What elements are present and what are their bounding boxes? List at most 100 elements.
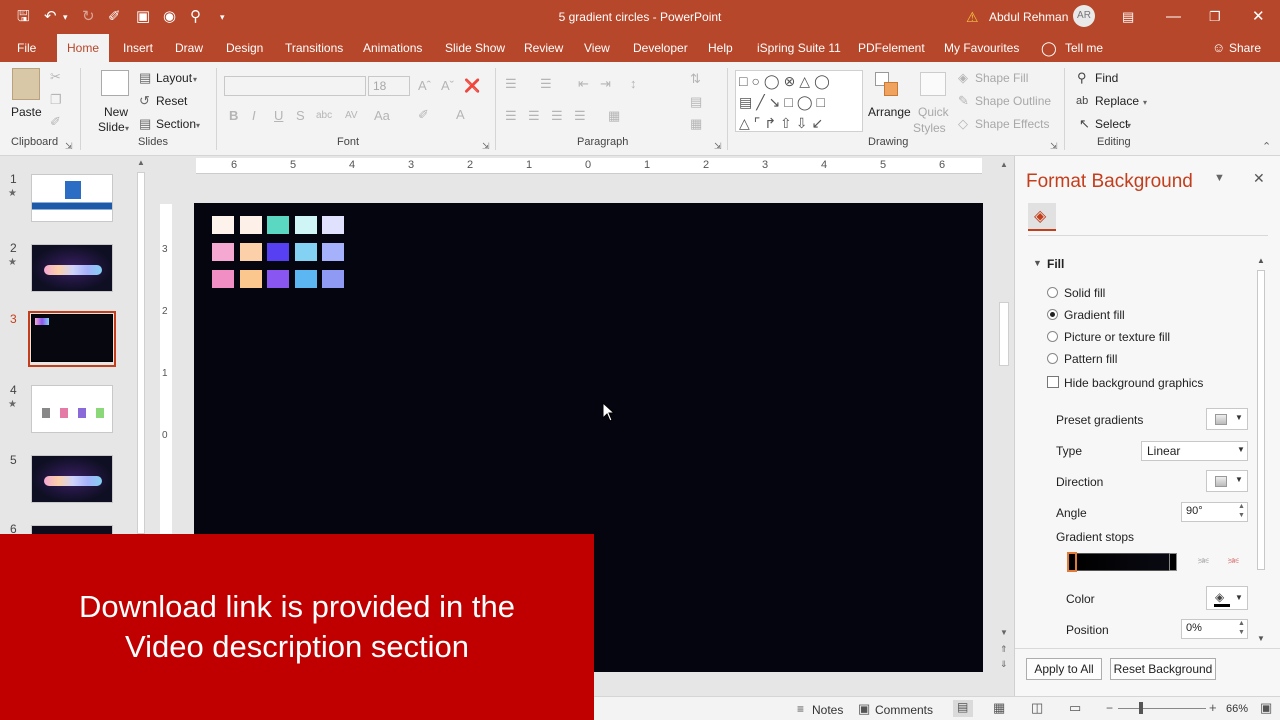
fill-section-header[interactable]: Fill (1047, 257, 1064, 271)
new-slide-icon[interactable] (101, 70, 129, 96)
hide-bg-label[interactable]: Hide background graphics (1064, 376, 1203, 390)
arrange-icon[interactable] (875, 72, 901, 98)
color-swatch[interactable] (322, 216, 344, 234)
scroll-down-icon[interactable]: ▼ (1000, 628, 1008, 637)
spin-down-icon[interactable]: ▼ (1238, 629, 1245, 636)
spin-up-icon[interactable]: ▲ (1238, 503, 1245, 510)
scroll-thumb[interactable] (137, 172, 145, 534)
fit-slide-icon[interactable]: ▣ (1260, 700, 1272, 716)
position-spinner[interactable]: 0% ▲ ▼ (1181, 619, 1248, 639)
slide-thumbnail-3[interactable] (31, 314, 113, 362)
slide-thumbnail-4[interactable] (31, 385, 113, 433)
gradient-stops-bar[interactable] (1067, 552, 1177, 572)
scroll-thumb[interactable] (999, 302, 1009, 366)
comments-button[interactable]: Comments (875, 703, 933, 717)
font-name-combo[interactable] (224, 76, 366, 96)
color-swatch[interactable] (239, 243, 262, 261)
tab-view[interactable]: View (584, 34, 610, 62)
pattern-fill-radio[interactable] (1047, 353, 1058, 364)
collapse-chevron-icon[interactable]: ▼ (1033, 258, 1042, 268)
direction-dropdown[interactable]: ▼ (1206, 470, 1248, 492)
color-picker-dropdown[interactable]: ◈ ▼ (1206, 586, 1248, 610)
scroll-down-icon[interactable]: ▼ (1257, 634, 1265, 643)
scroll-up-icon[interactable]: ▲ (1000, 160, 1008, 169)
color-swatch[interactable] (212, 243, 234, 261)
thumbnail-scrollbar[interactable]: ▲ (134, 156, 148, 536)
next-slide-icon[interactable]: ⇓ (1000, 659, 1008, 670)
slideshow-icon[interactable]: ▭ (1069, 700, 1081, 716)
find-button[interactable]: Find (1095, 71, 1118, 85)
chevron-down-icon[interactable]: ▾ (125, 122, 129, 136)
apply-to-all-button[interactable]: Apply to All (1026, 658, 1102, 680)
slide-thumbnail-1[interactable] (31, 174, 113, 222)
pattern-fill-label[interactable]: Pattern fill (1064, 352, 1117, 366)
tab-review[interactable]: Review (524, 34, 563, 62)
type-dropdown[interactable]: Linear ▼ (1141, 441, 1248, 461)
replace-button[interactable]: Replace (1095, 94, 1139, 108)
color-swatch[interactable] (212, 216, 234, 234)
picture-fill-radio[interactable] (1047, 331, 1058, 342)
tab-pdfelement[interactable]: PDFelement (858, 34, 925, 62)
solid-fill-label[interactable]: Solid fill (1064, 286, 1105, 300)
tab-help[interactable]: Help (708, 34, 733, 62)
scroll-up-icon[interactable]: ▲ (137, 158, 145, 167)
normal-view-button[interactable]: ▤ (953, 700, 973, 717)
paragraph-launcher-icon[interactable]: ⇲ (714, 139, 722, 153)
tab-animations[interactable]: Animations (363, 34, 422, 62)
reset-button[interactable]: Reset (156, 94, 187, 108)
tab-draw[interactable]: Draw (175, 34, 203, 62)
ribbon-display-icon[interactable]: ▤ (1122, 8, 1134, 26)
slide-sorter-icon[interactable]: ▦ (993, 700, 1005, 716)
tab-insert[interactable]: Insert (123, 34, 153, 62)
tab-home[interactable]: Home (57, 34, 110, 62)
angle-spinner[interactable]: 90° ▲ ▼ (1181, 502, 1248, 522)
scroll-thumb[interactable] (1257, 270, 1265, 570)
add-stop-icon[interactable]: ⎃ (1198, 555, 1209, 571)
chevron-down-icon[interactable]: ▾ (193, 73, 197, 87)
notes-button[interactable]: Notes (812, 703, 843, 717)
zoom-slider-thumb[interactable] (1139, 702, 1143, 714)
zoom-level[interactable]: 66% (1226, 703, 1248, 715)
collapse-ribbon-icon[interactable]: ⌃ (1262, 140, 1271, 154)
solid-fill-radio[interactable] (1047, 287, 1058, 298)
color-swatch[interactable] (322, 243, 344, 261)
tab-developer[interactable]: Developer (633, 34, 688, 62)
scroll-up-icon[interactable]: ▲ (1257, 256, 1265, 265)
color-swatch[interactable] (239, 216, 262, 234)
new-slide-label[interactable]: New (104, 105, 128, 119)
minimize-icon[interactable]: — (1166, 8, 1181, 26)
hide-bg-checkbox[interactable] (1047, 376, 1059, 388)
color-swatch[interactable] (322, 270, 344, 288)
close-icon[interactable]: ✕ (1252, 8, 1265, 26)
reading-view-icon[interactable]: ◫ (1031, 700, 1043, 716)
restore-icon[interactable]: ❐ (1209, 8, 1221, 26)
paste-icon[interactable] (12, 68, 40, 100)
color-swatch[interactable] (267, 216, 289, 234)
gradient-stop-handle[interactable] (1169, 553, 1177, 571)
user-name[interactable]: Abdul Rehman (989, 10, 1068, 24)
pane-options-icon[interactable]: ▼ (1214, 172, 1225, 184)
gradient-stop-handle-selected[interactable] (1067, 552, 1077, 572)
tell-me-search[interactable]: Tell me (1065, 34, 1103, 62)
new-slide-label-2[interactable]: Slide (98, 120, 125, 134)
color-swatch[interactable] (267, 243, 289, 261)
select-button[interactable]: Select (1095, 117, 1128, 131)
chevron-down-icon[interactable]: ▾ (196, 119, 200, 133)
fill-category-tab[interactable]: ◈ (1028, 203, 1056, 231)
color-swatch[interactable] (212, 270, 234, 288)
tab-my-favourites[interactable]: My Favourites (944, 34, 1019, 62)
slide-thumbnail-5[interactable] (31, 455, 113, 503)
avatar[interactable]: AR (1073, 5, 1095, 27)
paste-button[interactable]: Paste (11, 105, 42, 119)
arrange-button[interactable]: Arrange (868, 105, 911, 119)
drawing-launcher-icon[interactable]: ⇲ (1050, 139, 1058, 153)
tab-design[interactable]: Design (226, 34, 263, 62)
shapes-gallery[interactable]: □○◯⊗△◯ ▤╱↘□◯□ △⌜↱⇧⇩↙ (735, 70, 863, 132)
tab-ispring[interactable]: iSpring Suite 11 (757, 34, 841, 62)
remove-stop-icon[interactable]: ⎃ (1228, 555, 1239, 571)
color-swatch[interactable] (294, 243, 317, 261)
slide-thumbnail-2[interactable] (31, 244, 113, 292)
color-swatch[interactable] (294, 216, 317, 234)
color-swatch[interactable] (267, 270, 289, 288)
prev-slide-icon[interactable]: ⇑ (1000, 644, 1008, 655)
